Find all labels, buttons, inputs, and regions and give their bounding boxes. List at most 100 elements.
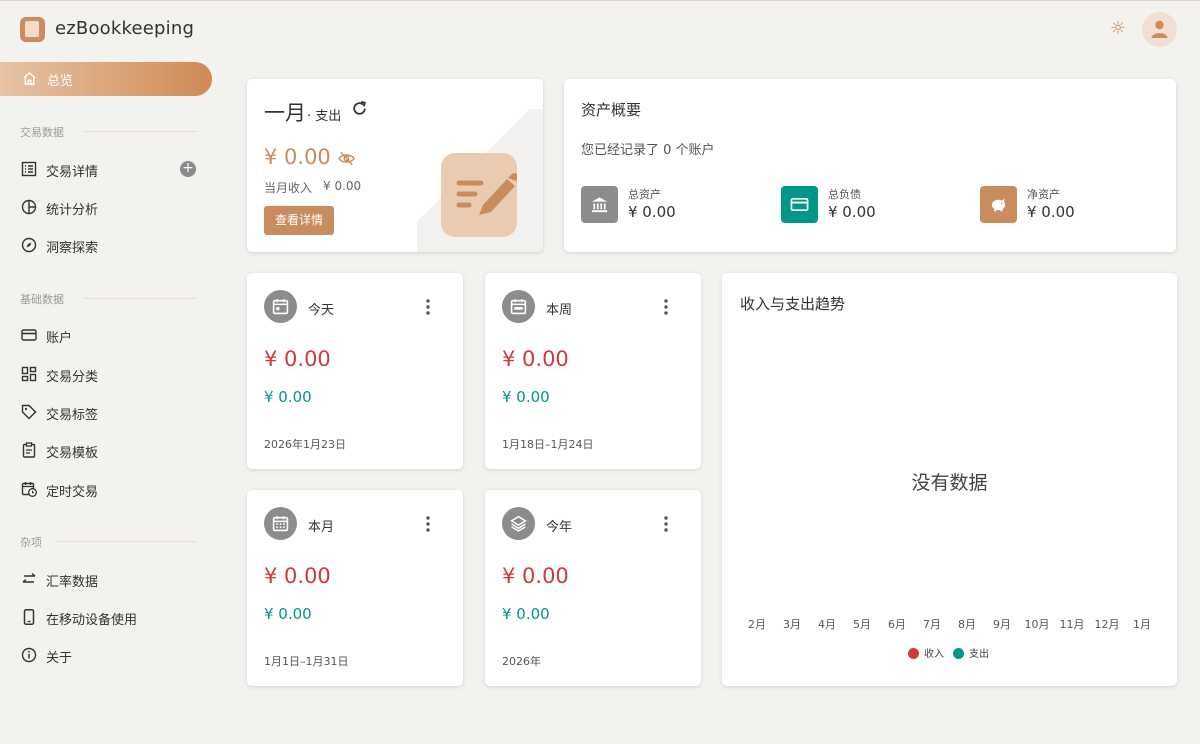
section-label-basic-data: 基础数据 bbox=[20, 293, 64, 306]
pie-chart-icon bbox=[21, 199, 37, 215]
info-icon bbox=[21, 647, 37, 663]
sidebar-item-label: 交易标签 bbox=[46, 408, 99, 423]
asset-summary-card: 资产概要 您已经记录了 0 个账户 总资产 ¥ 0.00 总负债 ¥ 0.00 bbox=[564, 79, 1176, 252]
net-assets-label: 净资产 bbox=[1027, 188, 1060, 201]
total-liabilities: 总负债 ¥ 0.00 bbox=[781, 186, 961, 226]
total-liabilities-value: ¥ 0.00 bbox=[828, 203, 876, 221]
month-income-label: 当月收入 bbox=[264, 181, 313, 195]
theme-toggle-icon[interactable]: ☼ bbox=[1107, 18, 1129, 40]
calendar-week-icon bbox=[502, 290, 535, 323]
period-expense: ¥ 0.00 bbox=[264, 347, 331, 371]
month-tick: 12月 bbox=[1094, 618, 1120, 631]
sidebar-item-label: 交易详情 bbox=[46, 165, 99, 180]
month-income-value: ¥ 0.00 bbox=[323, 179, 362, 193]
period-expense: ¥ 0.00 bbox=[502, 564, 569, 588]
month-tick: 8月 bbox=[958, 618, 976, 631]
month-tick: 9月 bbox=[993, 618, 1011, 631]
period-date: 2026年1月23日 bbox=[264, 438, 346, 451]
view-details-button[interactable]: 查看详情 bbox=[264, 206, 334, 235]
sidebar-item-label: 关于 bbox=[46, 651, 73, 666]
sidebar-item-templates[interactable]: 交易模板 bbox=[0, 433, 212, 467]
legend-label: 收入 bbox=[924, 649, 944, 660]
divider bbox=[84, 298, 197, 299]
sidebar-item-label: 统计分析 bbox=[46, 203, 99, 218]
avatar[interactable] bbox=[1142, 12, 1177, 47]
sidebar-item-overview[interactable]: 总览 bbox=[0, 62, 212, 96]
sidebar-item-tags[interactable]: 交易标签 bbox=[0, 395, 212, 429]
tag-icon bbox=[21, 404, 37, 420]
period-income: ¥ 0.00 bbox=[502, 388, 550, 406]
sidebar-item-about[interactable]: 关于 bbox=[0, 638, 212, 672]
period-expense: ¥ 0.00 bbox=[264, 564, 331, 588]
phone-icon bbox=[23, 609, 35, 625]
sidebar-item-mobile[interactable]: 在移动设备使用 bbox=[0, 600, 212, 634]
legend-dot-income bbox=[908, 648, 919, 659]
layers-icon bbox=[502, 507, 535, 540]
bank-icon bbox=[581, 186, 618, 223]
no-data-message: 没有数据 bbox=[911, 472, 988, 494]
list-icon bbox=[21, 161, 37, 177]
sidebar-item-statistics[interactable]: 统计分析 bbox=[0, 190, 212, 224]
month-tick: 4月 bbox=[818, 618, 836, 631]
period-date: 1月18日–1月24日 bbox=[502, 438, 594, 451]
top-bar: ezBookkeeping ☼ bbox=[0, 1, 1200, 59]
legend-income[interactable]: 收入 bbox=[908, 645, 944, 660]
period-card-month: 本月 ¥ 0.00 ¥ 0.00 1月1日–1月31日 bbox=[247, 490, 463, 686]
legend-label: 支出 bbox=[969, 649, 989, 660]
more-vertical-icon[interactable] bbox=[662, 514, 670, 534]
sidebar-item-label: 交易模板 bbox=[46, 446, 99, 461]
period-card-today: 今天 ¥ 0.00 ¥ 0.00 2026年1月23日 bbox=[247, 273, 463, 469]
more-vertical-icon[interactable] bbox=[424, 514, 432, 534]
more-vertical-icon[interactable] bbox=[424, 297, 432, 317]
month-tick: 10月 bbox=[1024, 618, 1050, 631]
grid-icon bbox=[21, 366, 37, 382]
section-label-transactions: 交易数据 bbox=[20, 126, 64, 139]
divider bbox=[56, 541, 197, 542]
month-expense-card: 一月 · 支出 ¥ 0.00 当月收入 ¥ 0.00 查看详情 bbox=[247, 79, 543, 252]
net-assets: 净资产 ¥ 0.00 bbox=[980, 186, 1160, 226]
credit-card-icon bbox=[21, 329, 37, 341]
more-vertical-icon[interactable] bbox=[662, 297, 670, 317]
sidebar-item-categories[interactable]: 交易分类 bbox=[0, 357, 212, 391]
calendar-clock-icon bbox=[21, 482, 37, 497]
sidebar-item-accounts[interactable]: 账户 bbox=[0, 318, 212, 352]
period-name: 今年 bbox=[546, 520, 573, 535]
month-tick: 1月 bbox=[1133, 618, 1151, 631]
period-date: 1月1日–1月31日 bbox=[264, 655, 349, 668]
period-date: 2026年 bbox=[502, 655, 541, 668]
total-assets-label: 总资产 bbox=[628, 188, 661, 201]
add-transaction-icon[interactable]: + bbox=[180, 161, 196, 177]
swap-icon bbox=[22, 572, 36, 583]
refresh-icon[interactable] bbox=[351, 100, 368, 117]
total-assets: 总资产 ¥ 0.00 bbox=[581, 186, 761, 226]
sidebar-item-scheduled[interactable]: 定时交易 bbox=[0, 472, 212, 506]
legend-dot-expense bbox=[953, 648, 964, 659]
clipboard-icon bbox=[22, 442, 36, 458]
sidebar-item-exchange-rates[interactable]: 汇率数据 bbox=[0, 562, 212, 596]
period-name: 本月 bbox=[308, 520, 335, 535]
sidebar-item-label: 账户 bbox=[46, 331, 73, 346]
divider bbox=[84, 131, 197, 132]
asset-summary-description: 您已经记录了 0 个账户 bbox=[581, 143, 715, 158]
section-label-misc: 杂项 bbox=[20, 536, 42, 549]
trend-title: 收入与支出趋势 bbox=[740, 295, 846, 313]
eye-off-icon[interactable] bbox=[338, 151, 355, 166]
app-logo-icon bbox=[20, 17, 45, 42]
home-icon bbox=[23, 71, 36, 85]
period-expense: ¥ 0.00 bbox=[502, 347, 569, 371]
calendar-today-icon bbox=[264, 290, 297, 323]
asset-summary-title: 资产概要 bbox=[581, 101, 642, 119]
period-card-week: 本周 ¥ 0.00 ¥ 0.00 1月18日–1月24日 bbox=[485, 273, 701, 469]
month-subtitle: · 支出 bbox=[307, 109, 342, 124]
legend-expense[interactable]: 支出 bbox=[953, 645, 989, 660]
month-title: 一月 bbox=[264, 101, 306, 125]
sidebar-item-label: 洞察探索 bbox=[46, 241, 99, 256]
total-liabilities-label: 总负债 bbox=[828, 188, 861, 201]
month-tick: 5月 bbox=[853, 618, 871, 631]
month-tick: 11月 bbox=[1059, 618, 1085, 631]
income-expense-trend-card: 收入与支出趋势 没有数据 2月 3月 4月 5月 6月 7月 8月 9月 10月… bbox=[722, 273, 1177, 686]
period-name: 今天 bbox=[308, 303, 335, 318]
sidebar-item-insights[interactable]: 洞察探索 bbox=[0, 228, 212, 262]
notepad-pen-icon bbox=[441, 153, 519, 237]
total-assets-value: ¥ 0.00 bbox=[628, 203, 676, 221]
